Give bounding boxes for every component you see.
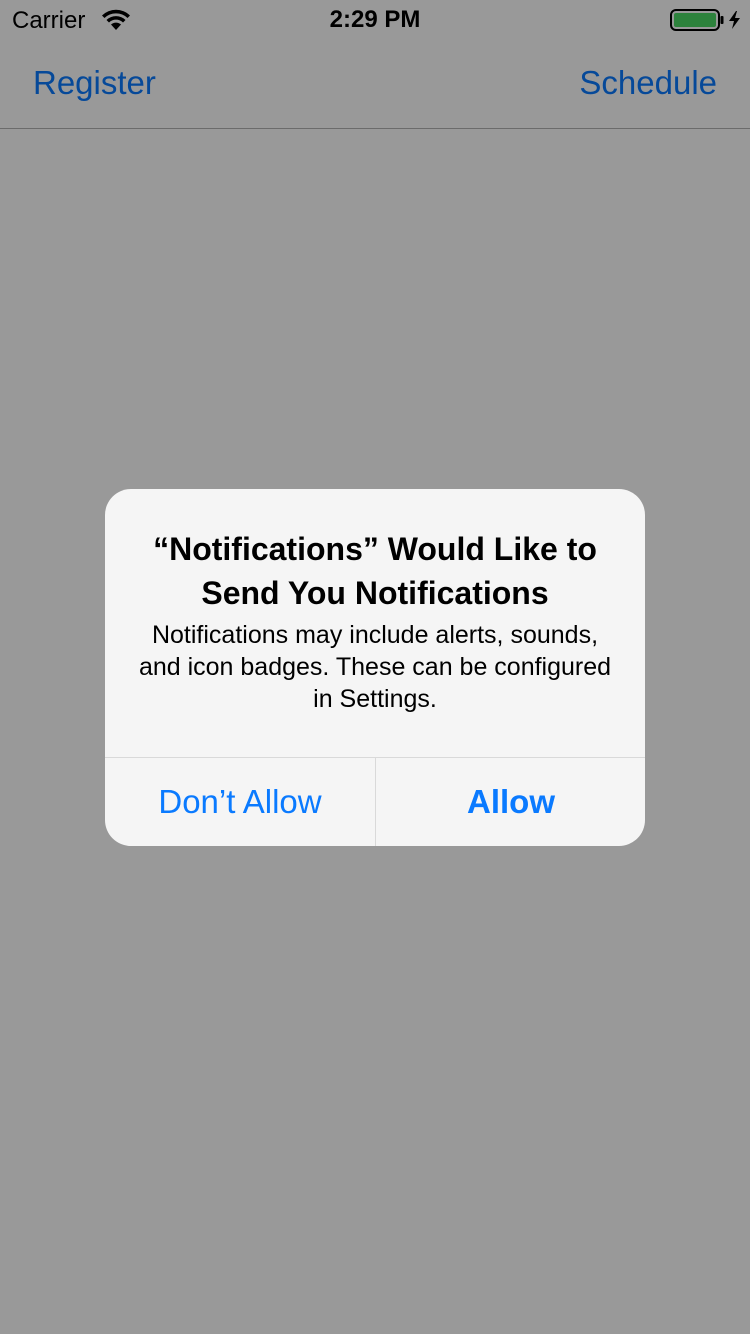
dont-allow-button[interactable]: Don’t Allow — [105, 758, 375, 846]
allow-button[interactable]: Allow — [376, 758, 645, 846]
alert-title: “Notifications” Would Like to Send You N… — [153, 531, 597, 611]
alert-message: Notifications may include alerts, sounds… — [138, 621, 612, 713]
notification-permission-alert: “Notifications” Would Like to Send You N… — [105, 489, 645, 846]
